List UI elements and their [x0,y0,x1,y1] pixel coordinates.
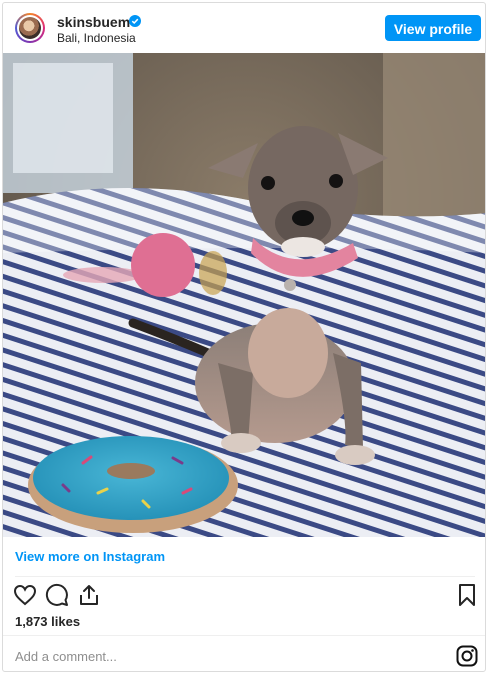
post-image[interactable] [3,53,485,537]
bookmark-icon[interactable] [455,583,479,607]
verified-badge-icon [129,15,141,27]
add-comment-input[interactable]: Add a comment... [15,649,117,664]
view-more-link[interactable]: View more on Instagram [15,549,165,564]
view-profile-button[interactable]: View profile [385,15,481,41]
instagram-embed-card: skinsbuem Bali, Indonesia View profile V… [2,2,486,672]
post-header: skinsbuem Bali, Indonesia View profile [3,3,485,53]
comment-icon[interactable] [45,583,69,607]
likes-count[interactable]: 1,873 likes [15,614,80,629]
avatar[interactable] [15,13,45,43]
location[interactable]: Bali, Indonesia [57,31,136,45]
action-bar [3,583,485,613]
username[interactable]: skinsbuem [57,14,130,30]
divider [3,635,485,636]
divider [15,576,475,577]
share-icon[interactable] [77,583,101,607]
instagram-logo-icon[interactable] [455,644,479,668]
heart-icon[interactable] [13,583,37,607]
